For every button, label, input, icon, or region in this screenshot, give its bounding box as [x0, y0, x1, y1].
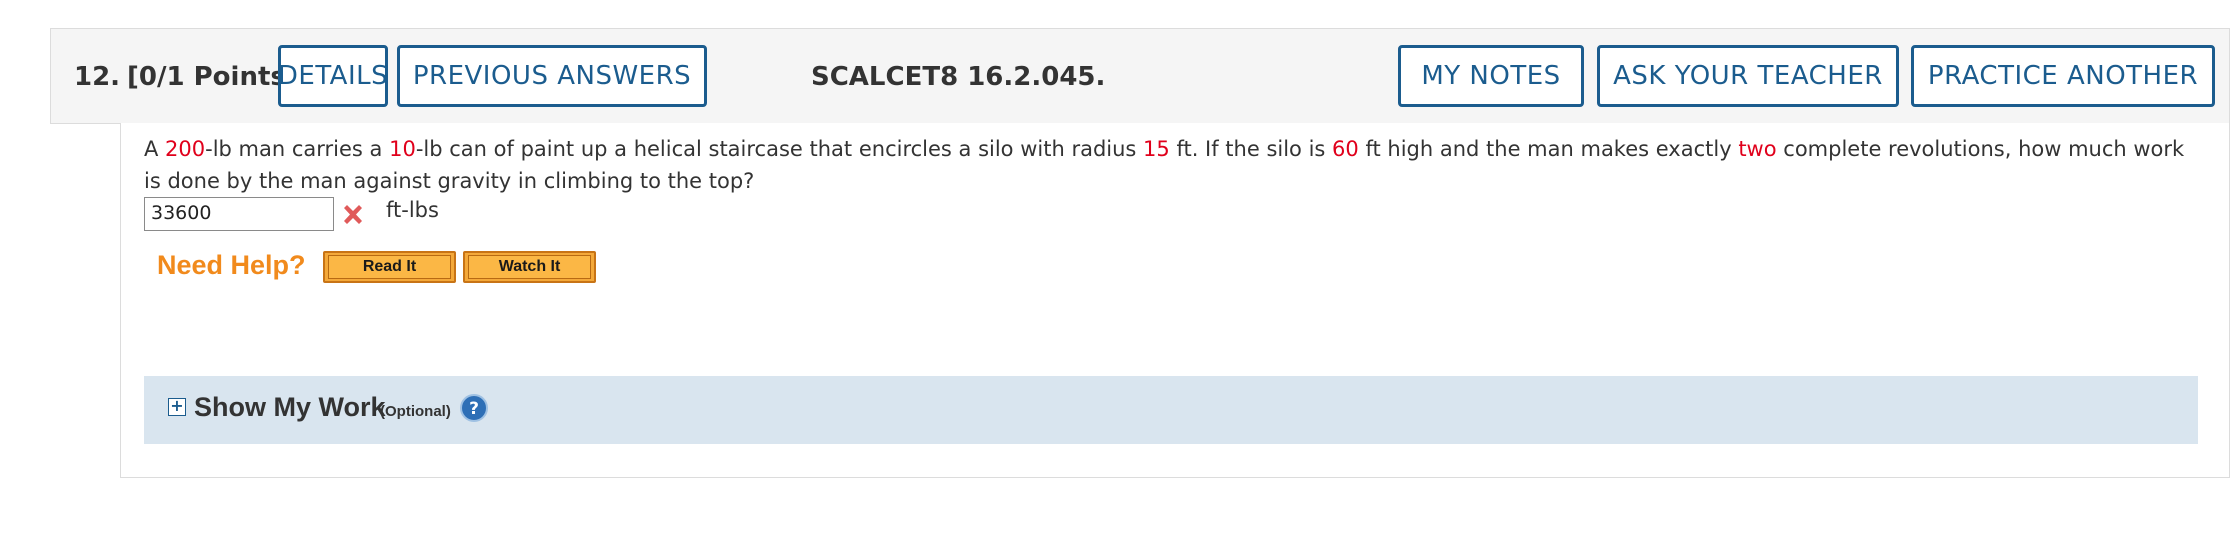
- details-button[interactable]: DETAILS: [278, 45, 388, 107]
- incorrect-x-icon: [344, 205, 362, 224]
- answer-unit: ft-lbs: [386, 198, 439, 222]
- expand-plus-icon[interactable]: +: [168, 398, 186, 416]
- watch-it-button[interactable]: Watch It: [463, 251, 596, 283]
- previous-answers-button[interactable]: PREVIOUS ANSWERS: [397, 45, 707, 107]
- show-my-work-panel: + Show My Work (Optional) ?: [144, 376, 2198, 444]
- height-value: 60: [1332, 137, 1359, 161]
- man-weight-value: 200: [165, 137, 206, 161]
- practice-another-button[interactable]: PRACTICE ANOTHER: [1911, 45, 2215, 107]
- read-it-label: Read It: [328, 255, 451, 279]
- points-score: [0/1 Points]: [127, 62, 298, 92]
- help-question-icon[interactable]: ?: [460, 394, 488, 422]
- my-notes-button[interactable]: MY NOTES: [1398, 45, 1584, 107]
- question-text: A 200-lb man carries a 10-lb can of pain…: [144, 137, 2185, 193]
- question-number: 12.: [74, 62, 121, 92]
- svg-text:?: ?: [469, 399, 479, 419]
- read-it-button[interactable]: Read It: [323, 251, 456, 283]
- revolutions-value: two: [1738, 137, 1777, 161]
- radius-value: 15: [1143, 137, 1170, 161]
- paint-weight-value: 10: [389, 137, 416, 161]
- answer-input[interactable]: 33600: [144, 197, 334, 231]
- ask-your-teacher-button[interactable]: ASK YOUR TEACHER: [1597, 45, 1899, 107]
- question-header: 12. [0/1 Points] DETAILS PREVIOUS ANSWER…: [50, 28, 2230, 124]
- show-my-work-title[interactable]: Show My Work: [194, 392, 386, 423]
- question-code: SCALCET8 16.2.045.: [811, 62, 1106, 92]
- watch-it-label: Watch It: [468, 255, 591, 279]
- need-help-label: Need Help?: [157, 250, 306, 280]
- optional-label: (Optional): [380, 403, 451, 420]
